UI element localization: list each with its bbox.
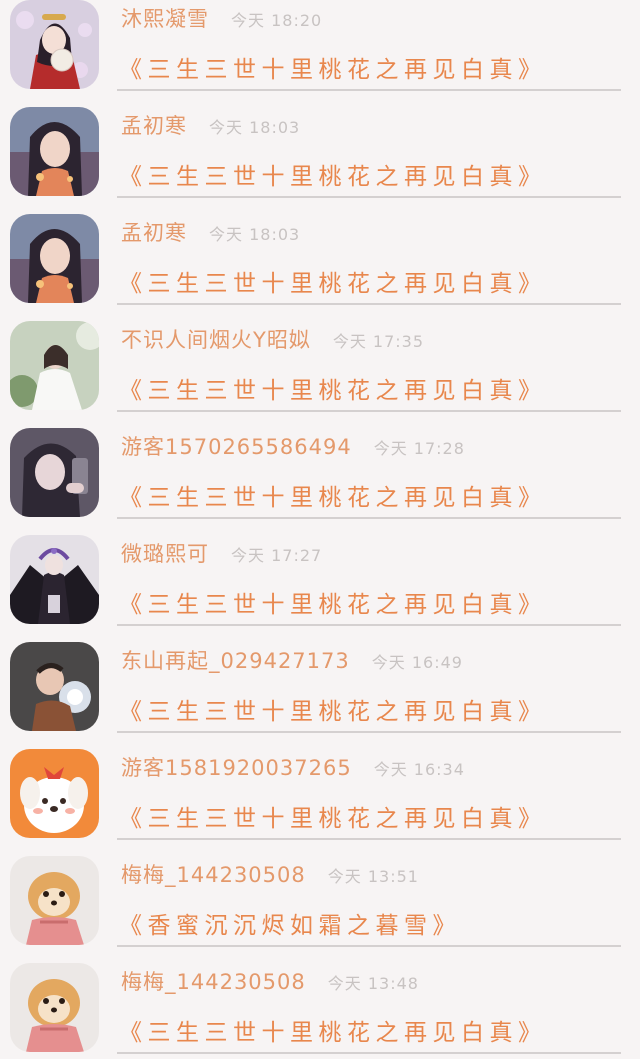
divider bbox=[117, 196, 621, 198]
divider bbox=[117, 517, 621, 519]
avatar[interactable] bbox=[10, 856, 99, 945]
list-item[interactable]: 东山再起_029427173 今天 16:49 《三生三世十里桃花之再见白真》 bbox=[0, 631, 640, 738]
list-item[interactable]: 孟初寒 今天 18:03 《三生三世十里桃花之再见白真》 bbox=[0, 203, 640, 310]
timestamp: 今天 17:27 bbox=[231, 546, 323, 565]
book-title[interactable]: 《三生三世十里桃花之再见白真》 bbox=[119, 157, 547, 191]
avatar[interactable] bbox=[10, 321, 99, 410]
username[interactable]: 孟初寒 bbox=[121, 217, 187, 247]
list-item[interactable]: 不识人间烟火Y昭姒 今天 17:35 《三生三世十里桃花之再见白真》 bbox=[0, 310, 640, 417]
list-item[interactable]: 游客1570265586494 今天 17:28 《三生三世十里桃花之再见白真》 bbox=[0, 417, 640, 524]
book-title[interactable]: 《三生三世十里桃花之再见白真》 bbox=[119, 478, 547, 512]
list-item[interactable]: 微璐熙可 今天 17:27 《三生三世十里桃花之再见白真》 bbox=[0, 524, 640, 631]
divider bbox=[117, 624, 621, 626]
comment-list: 沐熙凝雪 今天 18:20 《三生三世十里桃花之再见白真》 孟初寒 今天 18:… bbox=[0, 0, 640, 1059]
book-title[interactable]: 《三生三世十里桃花之再见白真》 bbox=[119, 264, 547, 298]
list-item[interactable]: 梅梅_144230508 今天 13:48 《三生三世十里桃花之再见白真》 bbox=[0, 952, 640, 1059]
timestamp: 今天 17:35 bbox=[332, 332, 425, 351]
book-title[interactable]: 《三生三世十里桃花之再见白真》 bbox=[119, 1013, 547, 1047]
timestamp: 今天 13:48 bbox=[327, 974, 419, 993]
avatar[interactable] bbox=[10, 107, 99, 196]
username[interactable]: 东山再起_029427173 bbox=[121, 645, 350, 675]
list-item[interactable]: 游客1581920037265 今天 16:34 《三生三世十里桃花之再见白真》 bbox=[0, 738, 640, 845]
username[interactable]: 游客1581920037265 bbox=[121, 752, 352, 782]
timestamp: 今天 13:51 bbox=[327, 867, 419, 886]
book-title[interactable]: 《三生三世十里桃花之再见白真》 bbox=[119, 371, 547, 405]
book-title[interactable]: 《三生三世十里桃花之再见白真》 bbox=[119, 585, 547, 619]
avatar[interactable] bbox=[10, 428, 99, 517]
avatar[interactable] bbox=[10, 963, 99, 1052]
list-item[interactable]: 沐熙凝雪 今天 18:20 《三生三世十里桃花之再见白真》 bbox=[0, 0, 640, 96]
timestamp: 今天 16:49 bbox=[371, 653, 463, 672]
username[interactable]: 微璐熙可 bbox=[121, 538, 209, 568]
username[interactable]: 沐熙凝雪 bbox=[121, 3, 209, 33]
username[interactable]: 不识人间烟火Y昭姒 bbox=[121, 324, 311, 354]
book-title[interactable]: 《三生三世十里桃花之再见白真》 bbox=[119, 799, 547, 833]
divider bbox=[117, 1052, 621, 1054]
list-item[interactable]: 梅梅_144230508 今天 13:51 《香蜜沉沉烬如霜之暮雪》 bbox=[0, 845, 640, 952]
book-title[interactable]: 《三生三世十里桃花之再见白真》 bbox=[119, 50, 547, 84]
book-title[interactable]: 《三生三世十里桃花之再见白真》 bbox=[119, 692, 547, 726]
divider bbox=[117, 89, 621, 91]
divider bbox=[117, 410, 621, 412]
avatar[interactable] bbox=[10, 214, 99, 303]
timestamp: 今天 18:20 bbox=[231, 11, 323, 30]
username[interactable]: 孟初寒 bbox=[121, 110, 187, 140]
timestamp: 今天 17:28 bbox=[373, 439, 465, 458]
divider bbox=[117, 303, 621, 305]
username[interactable]: 梅梅_144230508 bbox=[121, 966, 306, 996]
book-title[interactable]: 《香蜜沉沉烬如霜之暮雪》 bbox=[119, 906, 461, 940]
avatar[interactable] bbox=[10, 642, 99, 731]
username[interactable]: 游客1570265586494 bbox=[121, 431, 352, 461]
list-item[interactable]: 孟初寒 今天 18:03 《三生三世十里桃花之再见白真》 bbox=[0, 96, 640, 203]
timestamp: 今天 18:03 bbox=[209, 225, 301, 244]
divider bbox=[117, 838, 621, 840]
avatar[interactable] bbox=[10, 749, 99, 838]
avatar[interactable] bbox=[10, 535, 99, 624]
divider bbox=[117, 945, 621, 947]
timestamp: 今天 16:34 bbox=[373, 760, 465, 779]
divider bbox=[117, 731, 621, 733]
username[interactable]: 梅梅_144230508 bbox=[121, 859, 306, 889]
avatar[interactable] bbox=[10, 0, 99, 89]
timestamp: 今天 18:03 bbox=[209, 118, 301, 137]
